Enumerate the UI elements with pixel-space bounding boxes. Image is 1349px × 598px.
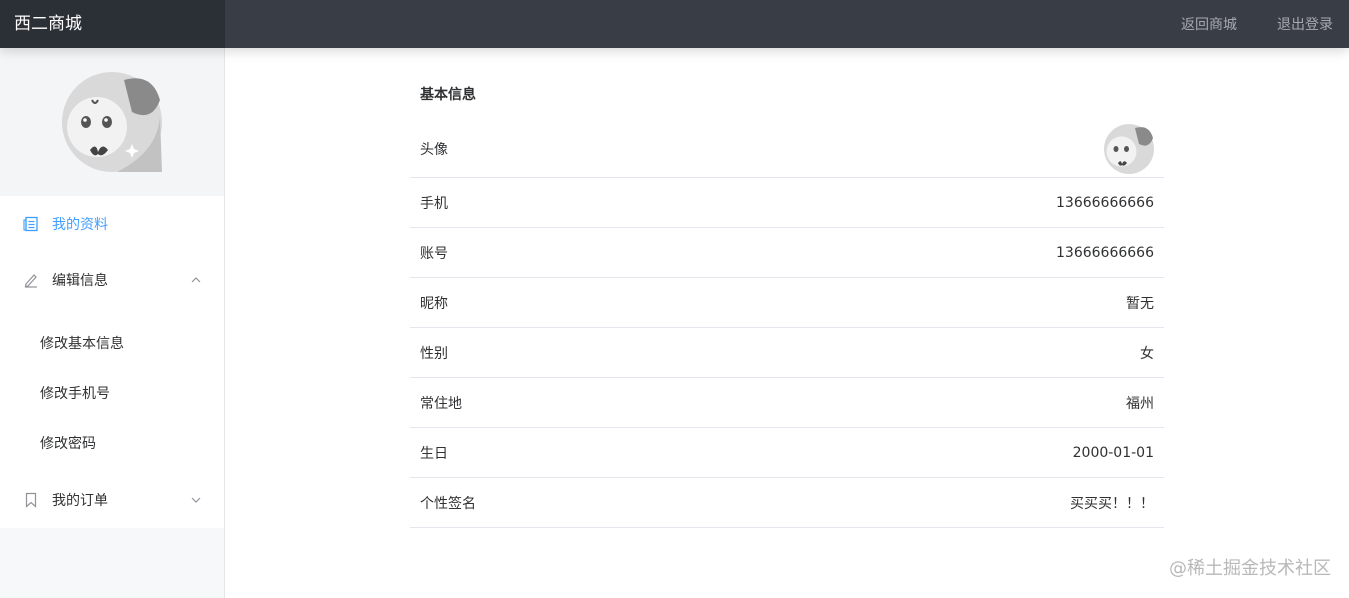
submenu-item-edit-phone[interactable]: 修改手机号 [0,368,224,418]
sidebar-item-my-orders[interactable]: 我的订单 [0,472,224,528]
row-label: 性别 [420,345,448,362]
sidebar-avatar-area [0,48,224,196]
submenu-item-edit-password[interactable]: 修改密码 [0,418,224,468]
avatar[interactable] [62,72,162,172]
submenu-item-edit-basic-info[interactable]: 修改基本信息 [0,318,224,368]
brand-title[interactable]: 西二商城 [0,0,225,48]
chevron-down-icon [191,497,201,503]
row-label: 手机 [420,195,448,212]
logout-link[interactable]: 退出登录 [1277,14,1333,34]
row-label: 头像 [420,141,448,158]
row-value: 13666666666 [1056,194,1154,211]
row-value: 买买买！！！ [1070,495,1154,512]
edit-icon [22,271,40,289]
profile-row-phone: 手机 13666666666 [410,178,1164,228]
profile-panel: 基本信息 头像 手机 13666666666 账号 13666666666 昵称… [410,48,1164,528]
row-label: 账号 [420,245,448,262]
row-label: 昵称 [420,295,448,312]
section-title: 基本信息 [420,87,476,103]
profile-row-nickname: 昵称 暂无 [410,278,1164,328]
profile-row-birthday: 生日 2000-01-01 [410,428,1164,478]
sidebar-item-my-profile[interactable]: 我的资料 [0,196,224,252]
row-label: 生日 [420,445,448,462]
back-to-store-link[interactable]: 返回商城 [1181,14,1237,34]
watermark: @稀土掘金技术社区 [1169,558,1331,579]
sidebar-item-label: 我的订单 [52,493,108,509]
top-links: 返回商城 退出登录 [1181,0,1333,48]
row-value: 福州 [1126,395,1154,412]
row-label: 常住地 [420,395,462,412]
bookmark-icon [22,491,40,509]
row-value: 2000-01-01 [1072,444,1154,461]
profile-row-account: 账号 13666666666 [410,228,1164,278]
profile-row-signature: 个性签名 买买买！！！ [410,478,1164,528]
document-icon [22,215,40,233]
profile-row-avatar: 头像 [410,120,1164,178]
avatar[interactable] [1104,123,1154,174]
sidebar: 我的资料 编辑信息 修改基本信息 修改手机号 修改密码 我的订单 [0,48,225,598]
top-navbar: 西二商城 返回商城 退出登录 [0,0,1349,48]
sidebar-item-label: 编辑信息 [52,273,108,289]
edit-info-submenu: 修改基本信息 修改手机号 修改密码 [0,308,224,472]
sidebar-menu: 我的资料 编辑信息 修改基本信息 修改手机号 修改密码 我的订单 [0,196,224,528]
sidebar-item-edit-info[interactable]: 编辑信息 [0,252,224,308]
row-label: 个性签名 [420,495,476,512]
profile-rows: 头像 手机 13666666666 账号 13666666666 昵称 暂无 性… [410,120,1164,528]
row-value: 13666666666 [1056,244,1154,261]
profile-row-gender: 性别 女 [410,328,1164,378]
sidebar-item-label: 我的资料 [52,217,108,233]
chevron-up-icon [191,277,201,283]
row-value: 暂无 [1126,295,1154,312]
profile-row-residence: 常住地 福州 [410,378,1164,428]
row-value: 女 [1140,345,1154,362]
